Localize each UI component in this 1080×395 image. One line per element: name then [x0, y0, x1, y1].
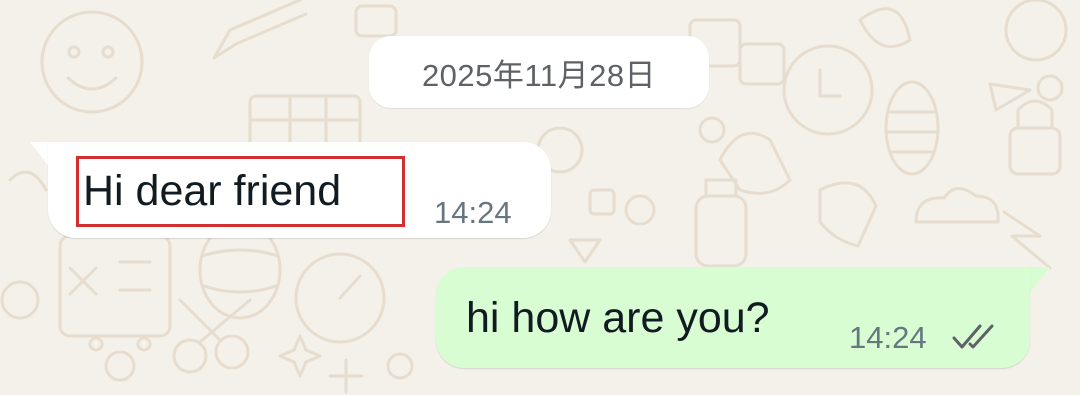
incoming-message-time: 14:24: [434, 195, 512, 230]
date-separator: 2025年11月28日: [369, 36, 709, 108]
outgoing-bubble-tail: [1030, 267, 1050, 293]
double-check-icon: [952, 324, 994, 349]
incoming-bubble-tail: [30, 142, 50, 168]
outgoing-message-time: 14:24: [849, 320, 927, 355]
date-separator-label: 2025年11月28日: [421, 57, 657, 93]
highlight-box: [76, 156, 405, 227]
outgoing-message-text: hi how are you?: [466, 294, 770, 342]
